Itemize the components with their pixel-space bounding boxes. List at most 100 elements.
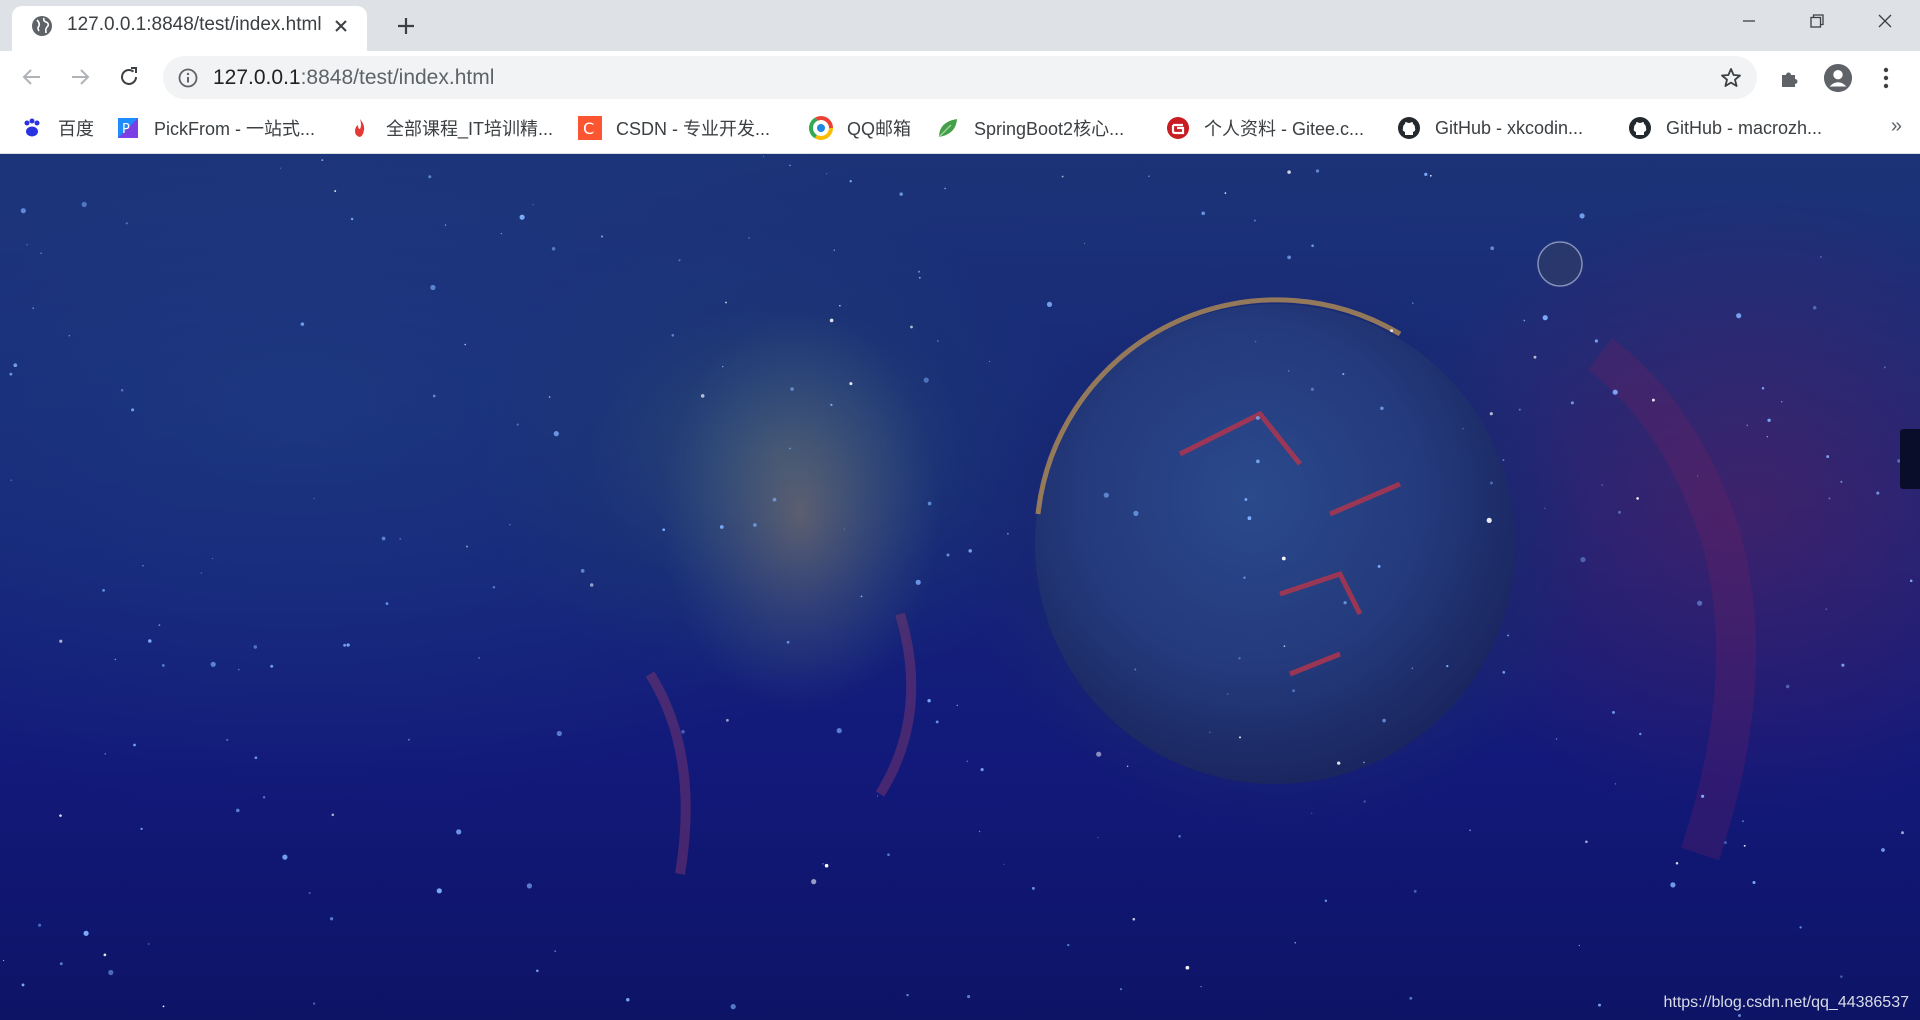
star-dot [407, 738, 410, 741]
bookmark-item[interactable]: C CSDN - 专业开发... [578, 103, 770, 153]
star-dot [1390, 329, 1394, 333]
star-dot [1134, 668, 1137, 671]
star-dot [1409, 996, 1413, 1000]
star-dot [1489, 412, 1493, 416]
page-viewport: https://blog.csdn.net/qq_44386537 [0, 154, 1920, 1020]
star-dot [1909, 579, 1913, 583]
star-dot [1820, 256, 1822, 258]
star-dot [1825, 608, 1828, 610]
star-dot [722, 366, 724, 368]
bookmarks-bar: 百度 P PickFrom - 一站式... 全部课程_IT培训精... C C… [0, 103, 1920, 154]
bookmark-item[interactable]: GitHub - macrozh... [1628, 103, 1822, 153]
bookmarks-overflow-chevron-icon[interactable]: » [1891, 115, 1902, 138]
star-dot [1119, 988, 1123, 991]
tab-strip: 127.0.0.1:8848/test/index.html [0, 0, 1920, 51]
star-dot [789, 164, 791, 167]
star-dot [1555, 738, 1558, 740]
star-dot [237, 668, 240, 671]
star-dot [1084, 242, 1086, 244]
star-dot [1244, 498, 1248, 501]
profile-avatar-icon[interactable] [1823, 63, 1853, 93]
star-dot [350, 217, 354, 221]
bookmark-item[interactable]: 个人资料 - Gitee.c... [1166, 103, 1364, 153]
bookmark-star-icon[interactable] [1719, 66, 1743, 90]
star-dot [492, 585, 496, 589]
star-dot [553, 431, 559, 437]
bookmark-label: 百度 [58, 119, 94, 139]
star-dot [1502, 671, 1506, 674]
star-dot [125, 222, 128, 225]
star-dot [212, 557, 214, 560]
star-dot [876, 795, 879, 797]
pickfrom-icon: P [116, 116, 140, 140]
bookmark-item[interactable]: GitHub - xkcodin... [1397, 103, 1583, 153]
star-dot [681, 730, 685, 734]
restore-button[interactable] [1784, 0, 1850, 42]
moon-graphic [1537, 241, 1583, 287]
star-dot [1614, 783, 1616, 785]
back-button[interactable] [15, 60, 49, 94]
star-dot [3, 960, 5, 962]
forward-button[interactable] [63, 60, 97, 94]
star-dot [1288, 370, 1290, 372]
star-dot [918, 276, 921, 279]
browser-menu-icon[interactable] [1871, 63, 1901, 93]
star-dot [1256, 416, 1260, 420]
star-dot [1840, 480, 1843, 483]
star-dot [1254, 340, 1257, 343]
star-dot [236, 808, 240, 813]
star-dot [1446, 664, 1449, 668]
star-dot [519, 214, 525, 220]
star-dot [836, 728, 842, 734]
side-floating-widget[interactable] [1900, 429, 1920, 489]
star-dot [1061, 175, 1064, 178]
star-dot [1412, 302, 1414, 304]
reload-button[interactable] [112, 60, 146, 94]
star-dot [1767, 418, 1771, 423]
star-dot [849, 179, 852, 183]
star-dot [526, 883, 533, 889]
space-background-image [3, 155, 1913, 1017]
star-dot [1097, 837, 1099, 839]
star-dot [589, 583, 594, 587]
star-dot [946, 553, 950, 557]
star-dot [935, 720, 939, 724]
browser-tab[interactable]: 127.0.0.1:8848/test/index.html [12, 6, 367, 51]
close-window-button[interactable] [1852, 0, 1918, 42]
minimize-button[interactable] [1716, 0, 1782, 42]
bookmark-item[interactable]: 百度 [20, 103, 94, 153]
star-dot [343, 643, 347, 647]
star-dot [1283, 645, 1286, 647]
star-dot [725, 718, 729, 722]
github-icon [1628, 116, 1652, 140]
bookmark-item[interactable]: QQ邮箱 [809, 103, 911, 153]
extensions-puzzle-icon[interactable] [1775, 63, 1805, 93]
star-dot [21, 983, 25, 987]
star-dot [1639, 732, 1642, 736]
bookmark-item[interactable]: SpringBoot2核心... [936, 103, 1124, 153]
star-dot [1826, 455, 1830, 459]
star-dot [1363, 800, 1366, 803]
star-dot [262, 796, 266, 799]
address-bar[interactable]: 127.0.0.1:8848/test/index.html [163, 56, 1757, 99]
star-dot [1799, 926, 1802, 929]
bookmark-item[interactable]: P PickFrom - 一站式... [116, 103, 315, 153]
site-info-icon[interactable] [177, 67, 199, 89]
star-dot [120, 388, 124, 392]
star-dot [1761, 386, 1765, 390]
star-dot [38, 923, 42, 927]
star-dot [1343, 601, 1347, 605]
new-tab-button[interactable] [392, 12, 420, 40]
star-dot [988, 360, 991, 363]
star-dot [1502, 459, 1505, 462]
bookmark-item[interactable]: 全部课程_IT培训精... [348, 103, 553, 153]
close-tab-icon[interactable] [329, 14, 353, 38]
star-dot [1126, 765, 1129, 768]
star-dot [436, 888, 442, 894]
star-dot [456, 829, 462, 835]
star-dot [753, 523, 757, 527]
star-dot [1766, 435, 1769, 438]
star-dot [102, 589, 105, 592]
star-dot [148, 639, 152, 643]
star-dot [601, 235, 603, 238]
